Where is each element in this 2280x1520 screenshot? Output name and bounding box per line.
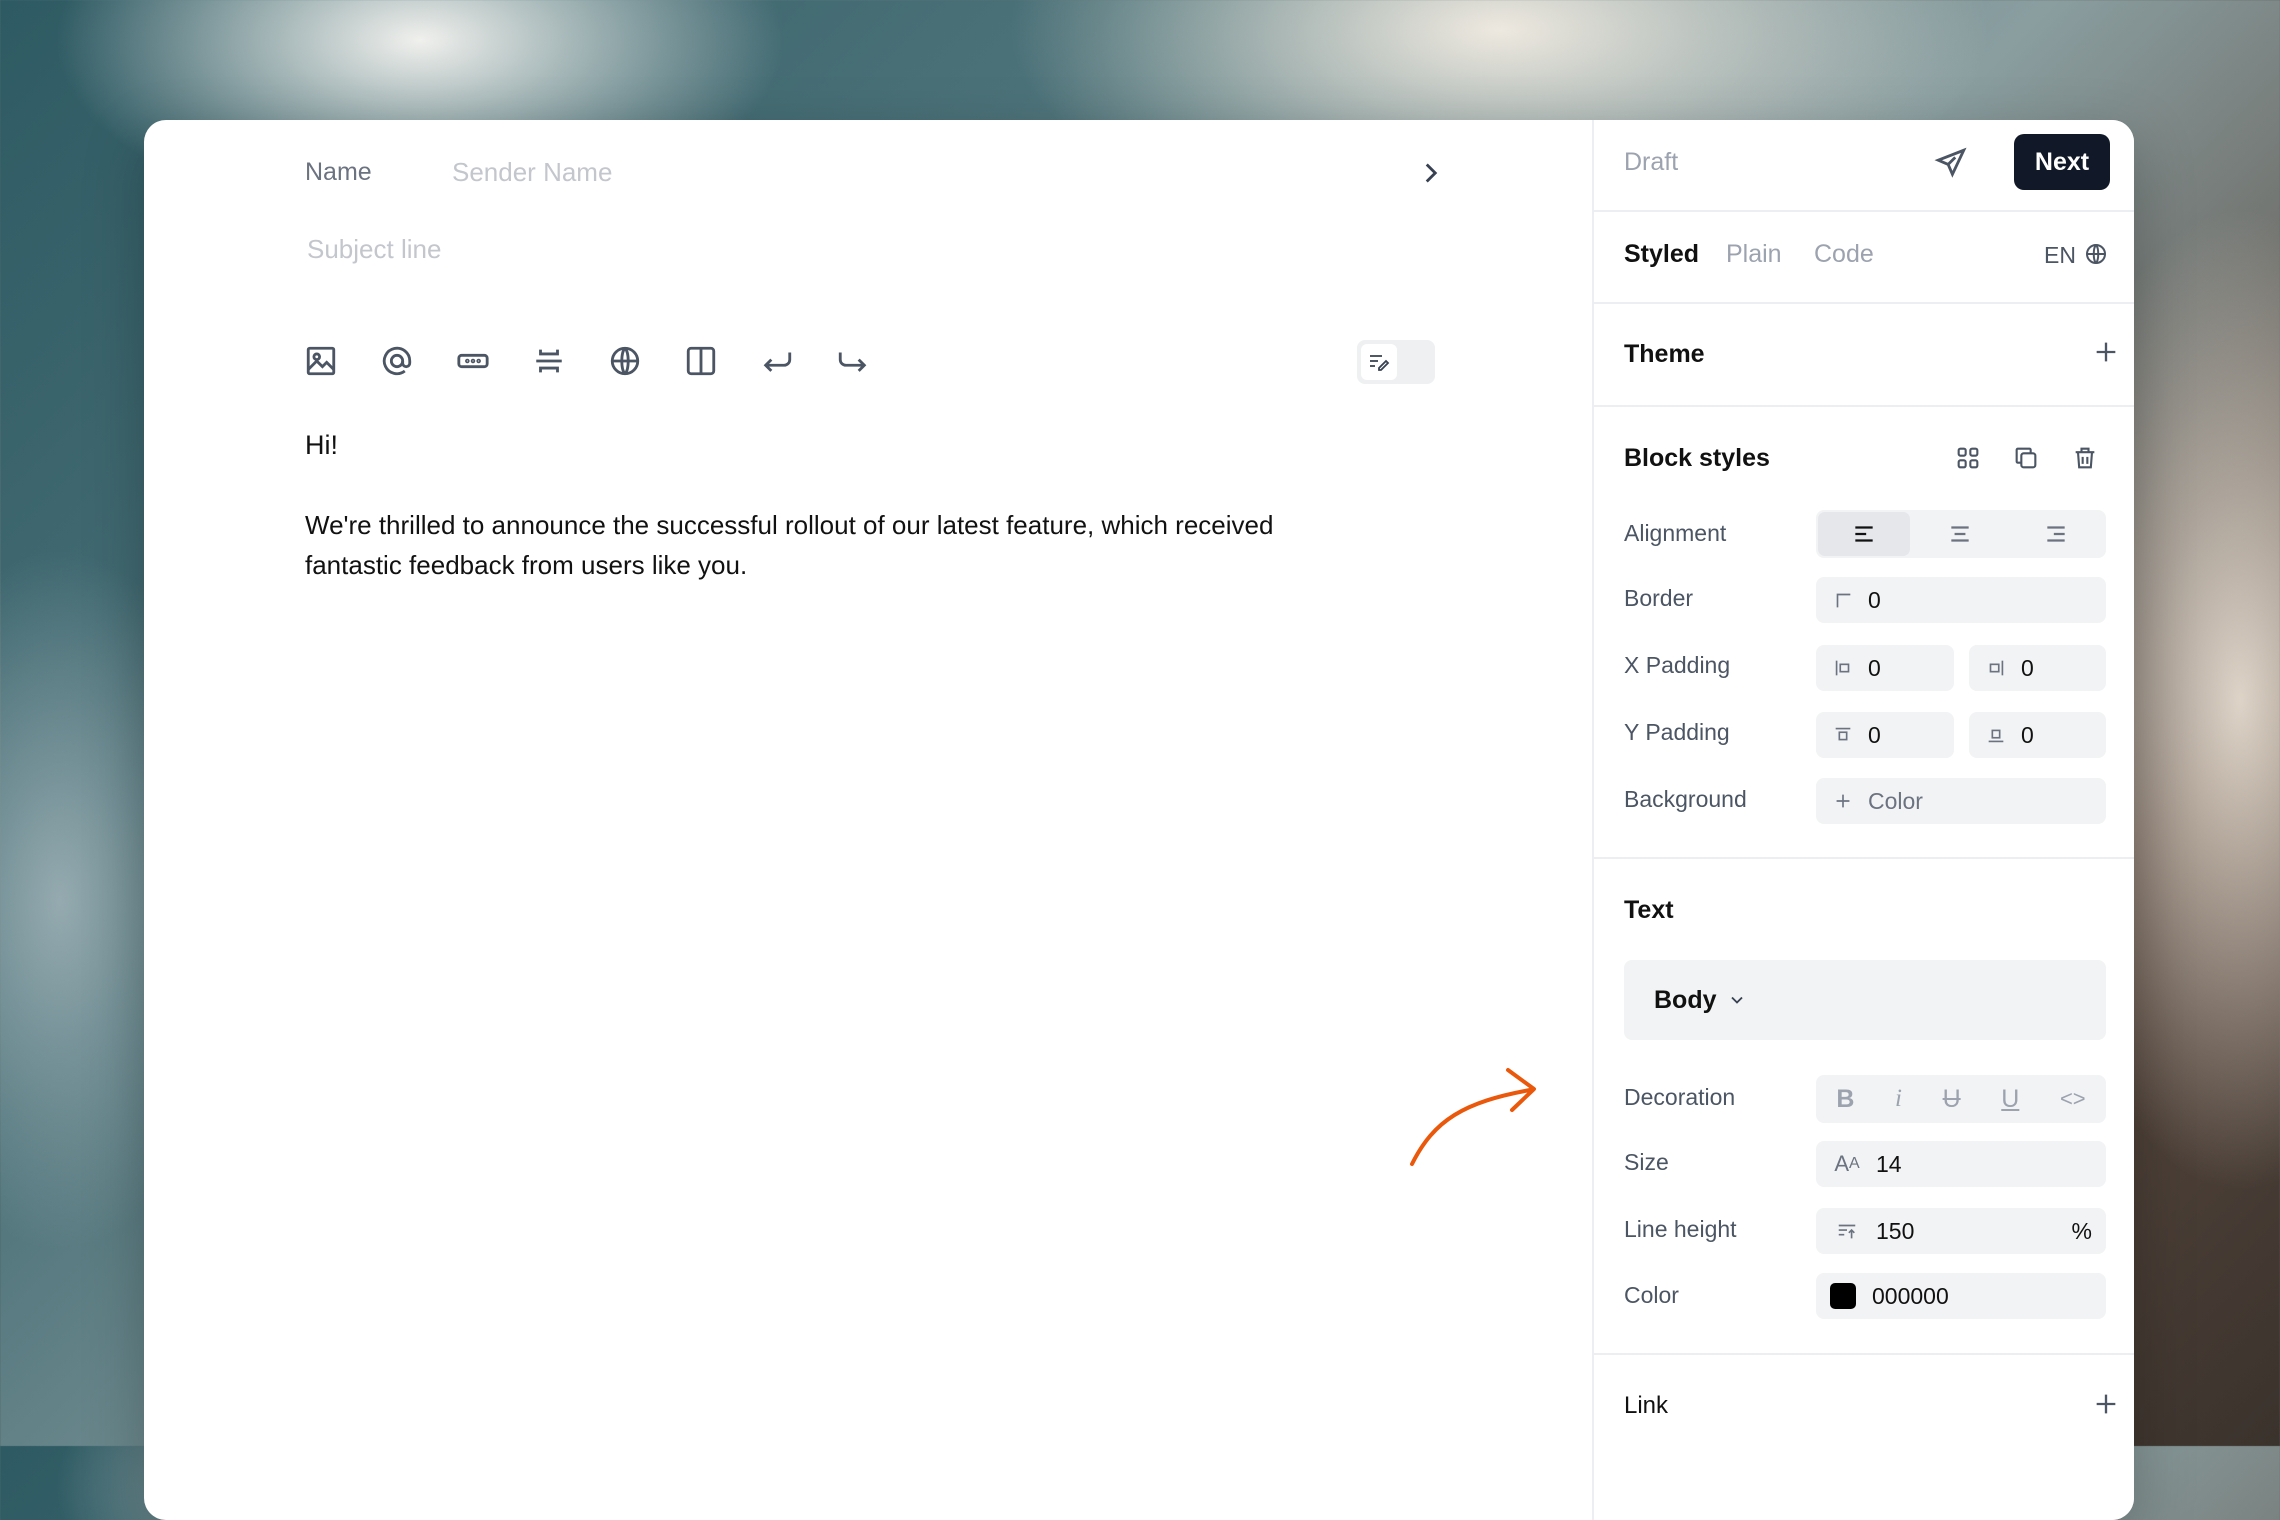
name-label: Name xyxy=(305,158,372,186)
align-center-button[interactable] xyxy=(1914,512,2006,556)
block-styles-title: Block styles xyxy=(1624,444,1770,472)
text-color-field[interactable]: 000000 xyxy=(1816,1273,2106,1319)
language-globe-icon[interactable] xyxy=(2084,242,2108,271)
trash-icon[interactable] xyxy=(2071,444,2099,477)
plus-icon xyxy=(1830,788,1856,814)
font-size-icon: AA xyxy=(1834,1151,1860,1176)
tab-plain[interactable]: Plain xyxy=(1726,240,1782,269)
at-icon[interactable] xyxy=(377,341,417,381)
code-icon[interactable]: <> xyxy=(2060,1086,2086,1112)
line-height-icon xyxy=(1830,1218,1864,1244)
globe-icon[interactable] xyxy=(605,341,645,381)
x-padding-label: X Padding xyxy=(1624,652,1731,678)
email-editor-window: Name Sender Name Subject line Hi! We're … xyxy=(144,120,2134,1520)
button-icon[interactable] xyxy=(453,341,493,381)
divider xyxy=(1594,302,2134,304)
percent-unit: % xyxy=(2071,1217,2092,1244)
columns-icon[interactable] xyxy=(681,341,721,381)
background-label: Background xyxy=(1624,786,1747,812)
paragraph-line-1[interactable]: We're thrilled to announce the successfu… xyxy=(305,505,1273,545)
alignment-segmented-control xyxy=(1816,510,2106,558)
padding-bottom-icon xyxy=(1983,722,2009,748)
divider xyxy=(1594,210,2134,212)
greeting-text[interactable]: Hi! xyxy=(305,425,338,465)
line-height-field[interactable]: 150 % xyxy=(1816,1208,2106,1254)
decoration-label: Decoration xyxy=(1624,1084,1736,1110)
text-style-select[interactable]: Body xyxy=(1624,960,2106,1040)
align-right-button[interactable] xyxy=(2010,512,2102,556)
theme-add-icon[interactable] xyxy=(2092,338,2120,371)
size-label: Size xyxy=(1624,1149,1669,1175)
send-icon[interactable] xyxy=(1934,146,1968,185)
strikethrough-icon[interactable]: U xyxy=(1943,1085,1961,1114)
link-add-icon[interactable] xyxy=(2092,1390,2120,1423)
theme-title: Theme xyxy=(1624,340,1705,368)
x-padding-left-field[interactable]: 0 xyxy=(1816,645,1954,691)
grid-icon[interactable] xyxy=(1954,444,1982,477)
curved-arrow-icon xyxy=(1410,1068,1536,1166)
padding-right-icon xyxy=(1983,655,2009,681)
editor-pane: Name Sender Name Subject line Hi! We're … xyxy=(144,120,1592,1520)
tab-code[interactable]: Code xyxy=(1814,240,1874,269)
border-field[interactable]: 0 xyxy=(1816,577,2106,623)
paragraph-line-2[interactable]: fantastic feedback from users like you. xyxy=(305,545,747,585)
border-label: Border xyxy=(1624,585,1694,611)
sender-name-input[interactable]: Sender Name xyxy=(452,157,612,188)
divider-icon[interactable] xyxy=(529,341,569,381)
duplicate-icon[interactable] xyxy=(2012,444,2040,477)
undo-icon[interactable] xyxy=(757,341,797,381)
edit-mode-icon[interactable] xyxy=(1361,344,1397,380)
properties-sidebar: Draft Next Styled Plain Code EN Theme Bl… xyxy=(1592,120,2134,1520)
color-swatch[interactable] xyxy=(1830,1283,1856,1309)
language-label[interactable]: EN xyxy=(2044,242,2076,269)
divider xyxy=(1594,857,2134,859)
background-color-field[interactable]: Color xyxy=(1816,778,2106,824)
font-size-field[interactable]: AA 14 xyxy=(1816,1141,2106,1187)
underline-icon[interactable]: U xyxy=(2001,1085,2019,1114)
border-corner-icon xyxy=(1830,587,1856,613)
image-icon[interactable] xyxy=(301,341,341,381)
next-button[interactable]: Next xyxy=(2014,134,2110,190)
chevron-right-icon[interactable] xyxy=(1414,156,1448,190)
draft-status: Draft xyxy=(1624,148,1679,176)
text-title: Text xyxy=(1624,896,1674,924)
y-padding-top-field[interactable]: 0 xyxy=(1816,712,1954,758)
y-padding-bottom-field[interactable]: 0 xyxy=(1969,712,2106,758)
subject-line-input[interactable]: Subject line xyxy=(307,234,441,265)
padding-top-icon xyxy=(1830,722,1856,748)
italic-icon[interactable]: i xyxy=(1895,1085,1902,1113)
view-mode-toggle[interactable] xyxy=(1357,340,1435,384)
align-left-button[interactable] xyxy=(1818,512,1910,556)
divider xyxy=(1594,405,2134,407)
line-height-label: Line height xyxy=(1624,1216,1737,1242)
padding-left-icon xyxy=(1830,655,1856,681)
y-padding-label: Y Padding xyxy=(1624,719,1730,745)
color-label: Color xyxy=(1624,1282,1679,1308)
alignment-label: Alignment xyxy=(1624,520,1727,546)
decoration-toolbar: B i U U <> xyxy=(1816,1075,2106,1123)
tab-styled[interactable]: Styled xyxy=(1624,240,1699,269)
divider xyxy=(1594,1353,2134,1355)
chevron-down-icon xyxy=(1730,996,1743,1004)
x-padding-right-field[interactable]: 0 xyxy=(1969,645,2106,691)
bold-icon[interactable]: B xyxy=(1836,1085,1854,1114)
redo-icon[interactable] xyxy=(833,341,873,381)
link-title: Link xyxy=(1624,1392,1669,1419)
